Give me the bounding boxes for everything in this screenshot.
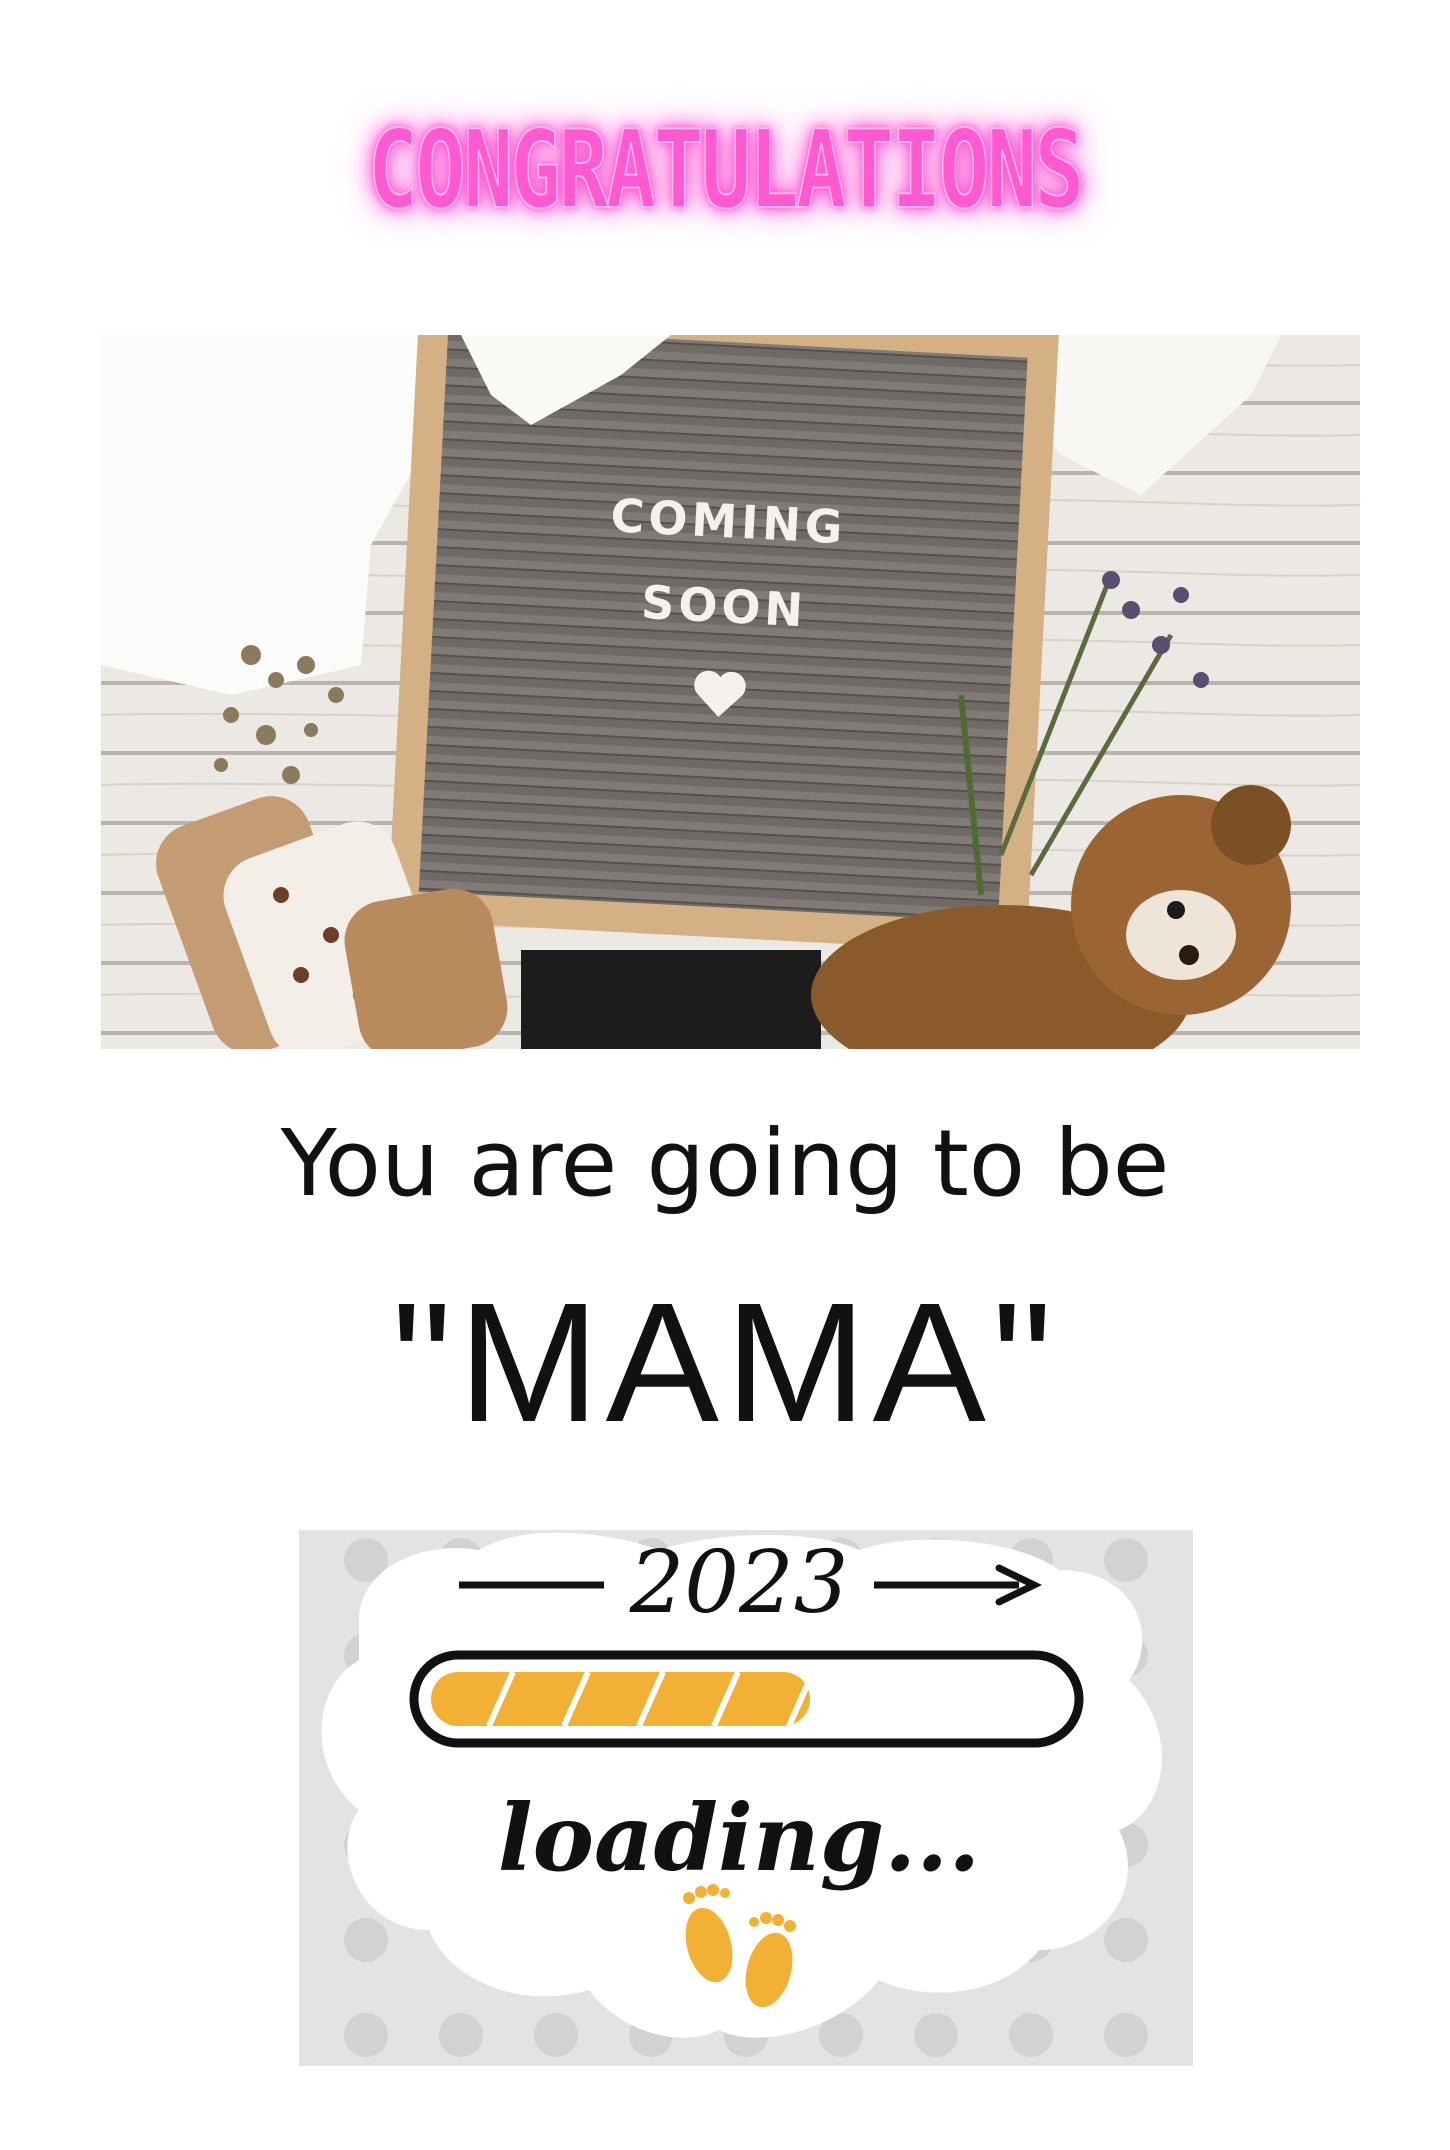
loading-sticker: 2023 loading... <box>299 1530 1193 2066</box>
message-line-1: You are going to be <box>280 1110 1170 1217</box>
ultrasound-photo <box>521 950 821 1049</box>
coming-soon-photo: COMING SOON <box>101 335 1360 1049</box>
letter-board: COMING SOON <box>387 335 1059 954</box>
photo-illustration: COMING SOON <box>101 335 1360 1049</box>
congratulations-headline: CONGRATULATIONS <box>0 100 1450 240</box>
background-dot <box>1104 1918 1148 1962</box>
background-dot <box>1104 1538 1148 1582</box>
background-dot <box>534 2013 578 2057</box>
message-line-2: "MAMA" <box>391 1268 1059 1458</box>
background-dot <box>439 2013 483 2057</box>
progress-bar-fill <box>431 1672 810 1726</box>
background-dot <box>344 2013 388 2057</box>
background-dot <box>1104 2013 1148 2057</box>
background-dot <box>914 2013 958 2057</box>
sticker-illustration: 2023 loading... <box>321 1532 1162 2057</box>
headline-text: CONGRATULATIONS <box>367 107 1086 234</box>
background-dot <box>344 1918 388 1962</box>
board-line-2: SOON <box>640 575 808 638</box>
year-text: 2023 <box>629 1533 849 1633</box>
loading-text: loading... <box>498 1784 981 1892</box>
background-dot <box>1009 2013 1053 2057</box>
